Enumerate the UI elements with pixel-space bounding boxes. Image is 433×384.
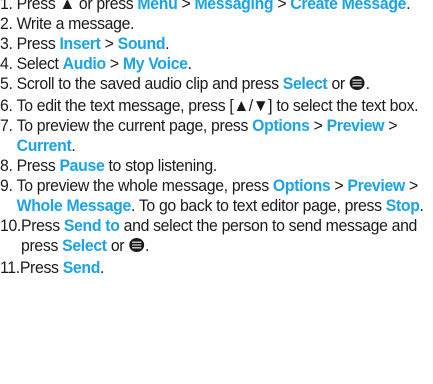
step-item: 6. To edit the text message, press [▲/▼]… bbox=[0, 96, 428, 116]
step-text-segment: Press bbox=[16, 34, 60, 53]
step-text: Press ▲ or press Menu > Messaging > Crea… bbox=[17, 0, 428, 14]
step-text-segment: . bbox=[406, 0, 411, 13]
menu-keyword: Send to bbox=[63, 216, 120, 235]
menu-keyword: Audio bbox=[62, 54, 106, 73]
step-text: Write a message. bbox=[17, 14, 428, 34]
step-text: Select Audio > My Voice. bbox=[17, 54, 428, 74]
menu-keyword: Preview bbox=[326, 116, 385, 135]
step-text-segment: . To go back to text editor page, press bbox=[130, 196, 386, 215]
step-text-segment: Press bbox=[21, 216, 64, 235]
step-text-segment: ▲ bbox=[59, 0, 75, 13]
menu-keyword: Select bbox=[282, 74, 328, 93]
step-text-segment: > bbox=[105, 54, 123, 73]
step-number: 7. bbox=[0, 116, 17, 135]
center-key-icon bbox=[349, 75, 366, 96]
step-text: To preview the whole message, press Opti… bbox=[17, 176, 428, 216]
step-item: 1. Press ▲ or press Menu > Messaging > C… bbox=[0, 0, 428, 14]
step-item: 9. To preview the whole message, press O… bbox=[0, 176, 428, 216]
menu-keyword: Whole Message bbox=[16, 196, 132, 215]
step-number: 6. bbox=[0, 96, 17, 115]
step-text: Scroll to the saved audio clip and press… bbox=[17, 74, 428, 96]
step-text-segment: Press bbox=[19, 258, 63, 277]
menu-keyword: Insert bbox=[59, 34, 101, 53]
step-text: Press Insert > Sound. bbox=[17, 34, 428, 54]
menu-keyword: Stop bbox=[385, 196, 420, 215]
step-text: To preview the current page, press Optio… bbox=[17, 116, 428, 156]
step-item: 11. Press Send. bbox=[0, 258, 428, 278]
step-text-segment: > bbox=[177, 0, 195, 13]
step-number: 1. bbox=[0, 0, 17, 13]
menu-keyword: Menu bbox=[137, 0, 178, 13]
step-number: 2. bbox=[0, 14, 17, 33]
step-text-segment: > bbox=[100, 34, 118, 53]
menu-keyword: Options bbox=[272, 176, 331, 195]
step-text-segment: Scroll to the saved audio clip and press bbox=[16, 74, 283, 93]
step-text-segment: . bbox=[419, 196, 424, 215]
step-text: Press Pause to stop listening. bbox=[17, 156, 428, 176]
step-number: 8. bbox=[0, 156, 17, 175]
step-number: 4. bbox=[0, 54, 17, 73]
center-key-icon bbox=[128, 237, 145, 258]
step-text-segment: . bbox=[365, 74, 370, 93]
step-text-segment: to stop listening. bbox=[104, 156, 217, 175]
step-text-segment: . bbox=[145, 236, 150, 255]
step-item: 3. Press Insert > Sound. bbox=[0, 34, 428, 54]
step-item: 10. Press Send to and select the person t… bbox=[0, 216, 428, 258]
instruction-list: 1. Press ▲ or press Menu > Messaging > C… bbox=[0, 0, 433, 278]
step-text-segment: Press bbox=[16, 0, 60, 13]
step-text-segment: or bbox=[327, 74, 349, 93]
menu-keyword: Options bbox=[252, 116, 310, 135]
step-text: Press Send to and select the person to s… bbox=[21, 216, 428, 258]
step-item: 4. Select Audio > My Voice. bbox=[0, 54, 428, 74]
menu-keyword: Create Message bbox=[290, 0, 407, 13]
step-number: 11. bbox=[0, 258, 20, 277]
menu-keyword: My Voice bbox=[122, 54, 188, 73]
step-text-segment: > bbox=[273, 0, 291, 13]
step-text-segment: . bbox=[187, 54, 192, 73]
step-number: 5. bbox=[0, 74, 17, 93]
step-item: 2. Write a message. bbox=[0, 14, 428, 34]
menu-keyword: Preview bbox=[347, 176, 405, 195]
menu-keyword: Send bbox=[62, 258, 101, 277]
step-number: 9. bbox=[0, 176, 17, 195]
step-text-segment: > bbox=[330, 176, 348, 195]
step-text-segment: . bbox=[165, 34, 170, 53]
step-number: 10. bbox=[0, 216, 22, 235]
menu-keyword: Messaging bbox=[194, 0, 274, 13]
step-item: 7. To preview the current page, press Op… bbox=[0, 116, 428, 156]
step-text-segment: > bbox=[404, 176, 418, 195]
step-text-segment: Press bbox=[16, 156, 60, 175]
step-item: 8. Press Pause to stop listening. bbox=[0, 156, 428, 176]
menu-keyword: Pause bbox=[59, 156, 105, 175]
step-text-segment: > bbox=[384, 116, 398, 135]
step-text-segment: or bbox=[106, 236, 129, 255]
menu-keyword: Sound bbox=[117, 34, 166, 53]
step-text-segment: To preview the current page, press bbox=[16, 116, 253, 135]
step-text-segment: To edit the text message, press [▲/▼] to… bbox=[16, 96, 419, 115]
step-text: To edit the text message, press [▲/▼] to… bbox=[17, 96, 428, 116]
step-item: 5. Scroll to the saved audio clip and pr… bbox=[0, 74, 428, 96]
step-text: Press Send. bbox=[20, 258, 428, 278]
step-number: 3. bbox=[0, 34, 17, 53]
step-text-segment: Select bbox=[16, 54, 63, 73]
menu-keyword: Select bbox=[62, 236, 107, 255]
step-text-segment: Write a message. bbox=[16, 14, 135, 33]
step-text-segment: To preview the whole message, press bbox=[16, 176, 273, 195]
step-text-segment: > bbox=[309, 116, 327, 135]
step-text-segment: . bbox=[71, 136, 76, 155]
menu-keyword: Current bbox=[16, 136, 72, 155]
step-text-segment: or press bbox=[74, 0, 138, 13]
step-text-segment: . bbox=[100, 258, 105, 277]
